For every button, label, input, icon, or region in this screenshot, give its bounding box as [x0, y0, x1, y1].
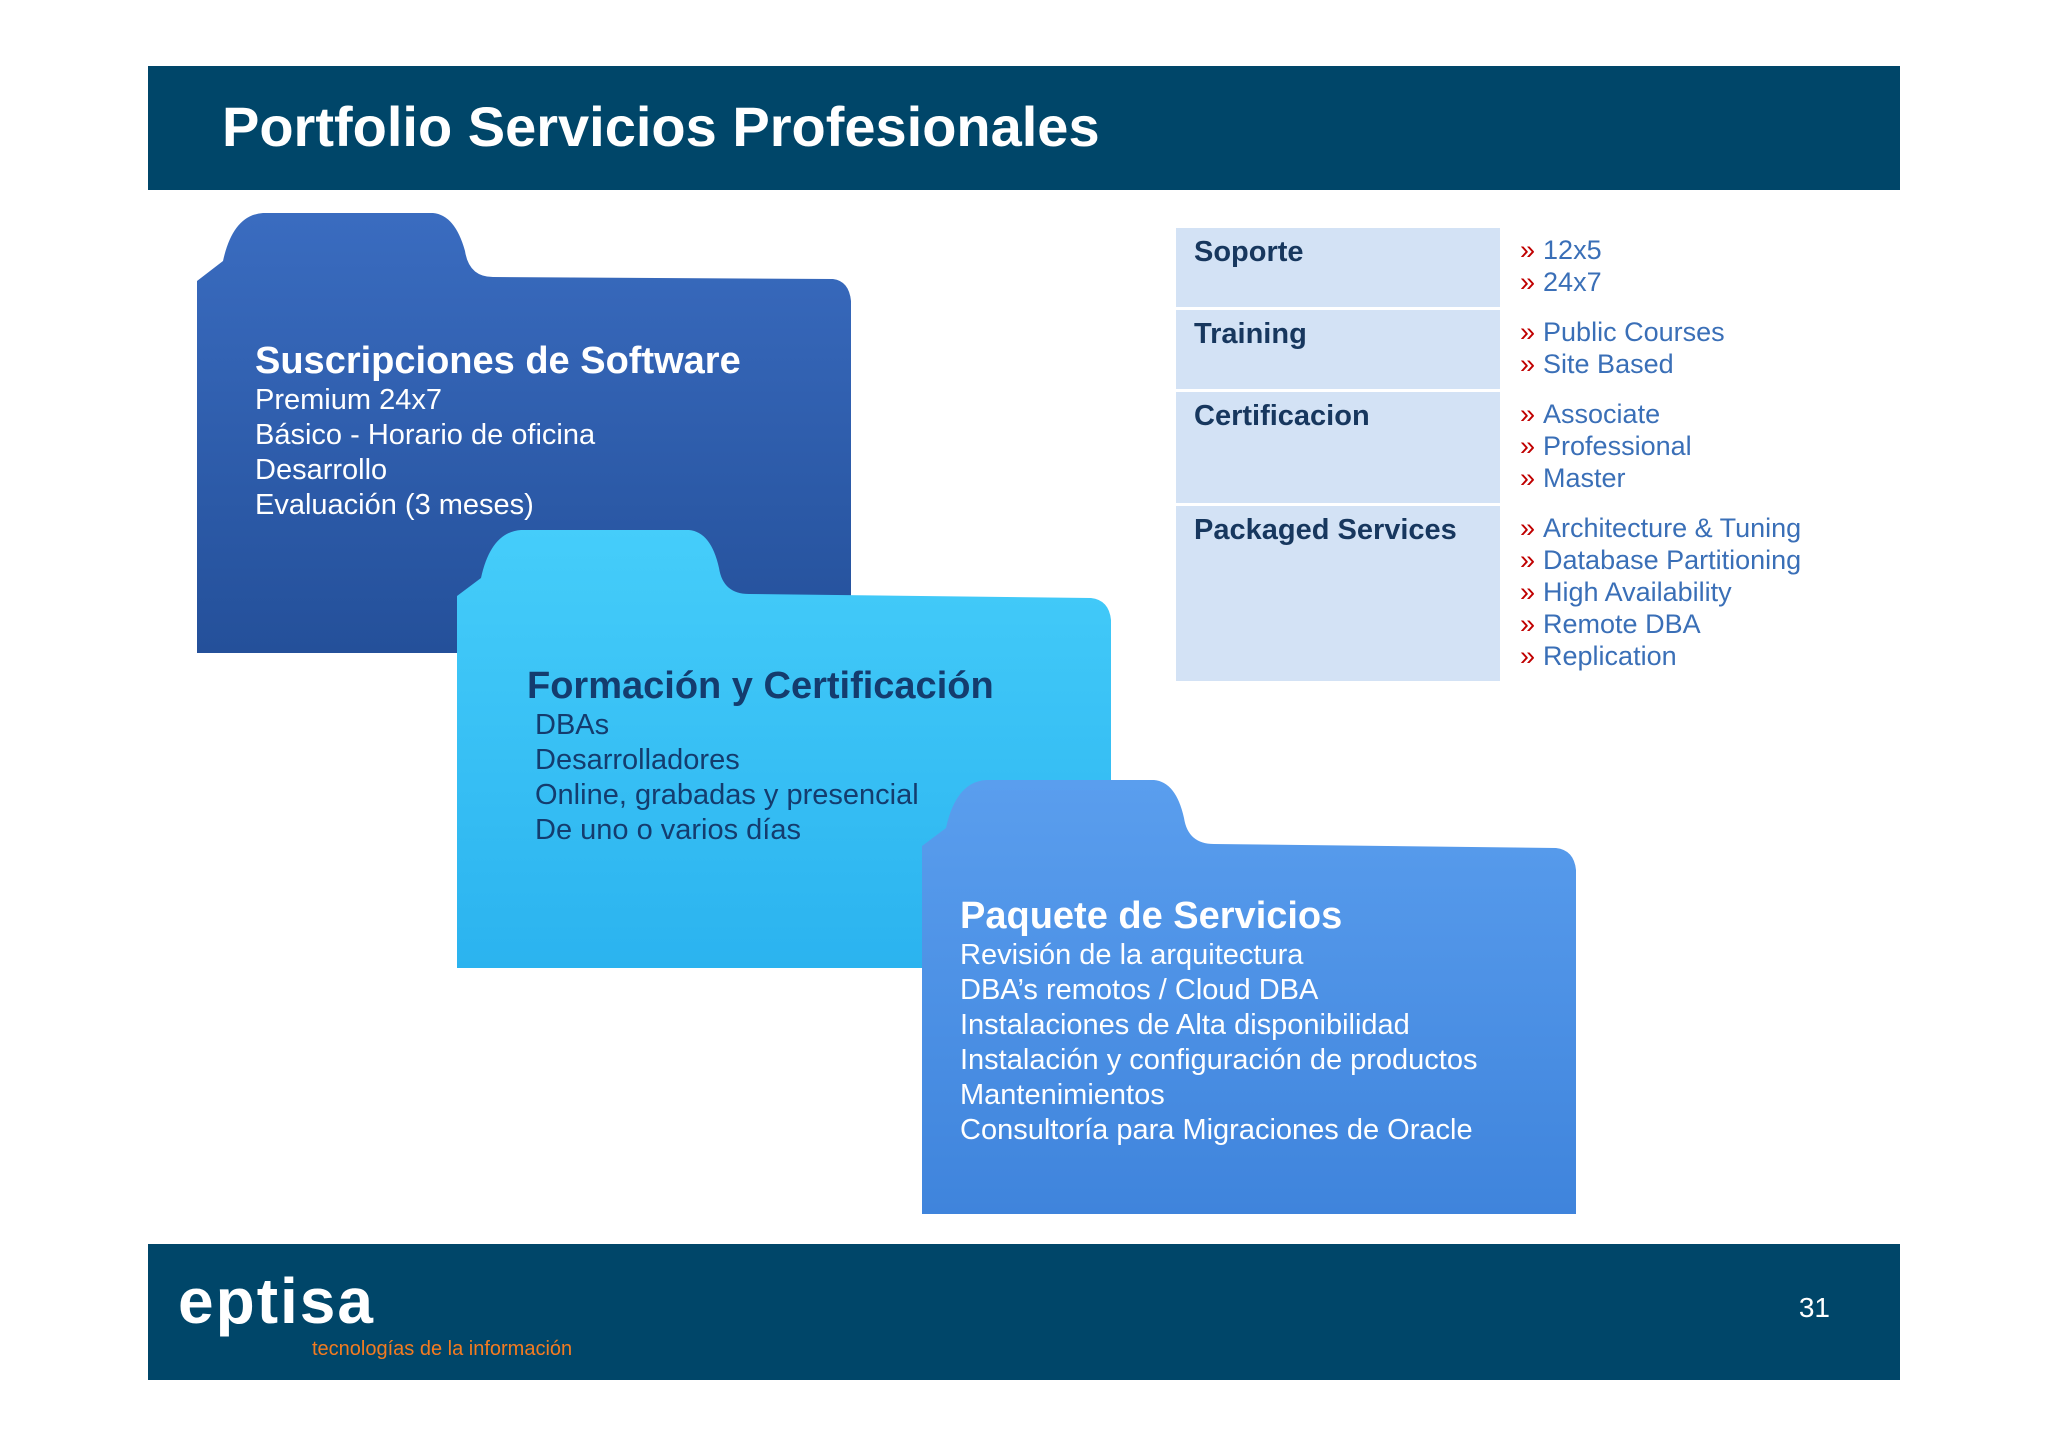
folder-title: Suscripciones de Software	[255, 340, 741, 382]
eptisa-logo: eptisa tecnologías de la información	[178, 1266, 578, 1366]
service-item: Architecture & Tuning	[1543, 513, 1802, 543]
bullet-icon: »	[1520, 267, 1536, 297]
service-item: Site Based	[1543, 349, 1674, 379]
logo-tagline: tecnologías de la información	[312, 1338, 573, 1360]
service-item: Remote DBA	[1543, 609, 1701, 639]
page-number: 31	[1798, 1292, 1830, 1323]
services-row: Packaged Services » Architecture & Tuning…	[1176, 506, 1826, 684]
folder-item: Desarrolladores	[535, 744, 740, 776]
folder-item: DBA’s remotos / Cloud DBA	[960, 974, 1319, 1006]
bullet-icon: »	[1520, 463, 1536, 493]
bullet-icon: »	[1520, 577, 1536, 607]
slide-title: Portfolio Servicios Profesionales	[222, 95, 1100, 158]
bullet-icon: »	[1520, 399, 1536, 429]
folder-item: Evaluación (3 meses)	[255, 489, 534, 521]
folder-item: Revisión de la arquitectura	[960, 939, 1304, 971]
services-row: Soporte » 12x5 » 24x7	[1176, 228, 1826, 310]
bullet-icon: »	[1520, 431, 1536, 461]
slide-header: Portfolio Servicios Profesionales	[148, 66, 1900, 190]
bullet-icon: »	[1520, 609, 1536, 639]
bullet-icon: »	[1520, 317, 1536, 347]
service-item: Professional	[1543, 431, 1692, 461]
folder-item: Mantenimientos	[960, 1079, 1165, 1111]
folder-item: DBAs	[535, 709, 610, 741]
folder-item: Desarrollo	[255, 454, 388, 486]
service-item: 24x7	[1543, 267, 1602, 297]
folder-item: Instalaciones de Alta disponibilidad	[960, 1009, 1410, 1041]
services-items: » Associate » Professional » Master	[1176, 392, 1692, 494]
folder-service-packages: Paquete de Servicios Revisión de la arqu…	[918, 778, 1578, 1220]
folder-title: Formación y Certificación	[527, 665, 994, 707]
folder-item: Premium 24x7	[255, 384, 442, 416]
services-items: » Architecture & Tuning » Database Partiti…	[1176, 506, 1801, 672]
bullet-icon: »	[1520, 513, 1536, 543]
bullet-icon: »	[1520, 349, 1536, 379]
services-row: Training » Public Courses » Site Based	[1176, 310, 1826, 392]
service-item: Master	[1543, 463, 1626, 493]
service-item: Database Partitioning	[1543, 545, 1802, 575]
service-item: High Availability	[1543, 577, 1732, 607]
service-item: Replication	[1543, 641, 1677, 671]
service-item: Public Courses	[1543, 317, 1725, 347]
bullet-icon: »	[1520, 641, 1536, 671]
folder-item: Básico - Horario de oficina	[255, 419, 596, 451]
bullet-icon: »	[1520, 235, 1536, 265]
services-items: » Public Courses » Site Based	[1176, 310, 1725, 380]
service-item: Associate	[1543, 399, 1661, 429]
service-item: 12x5	[1543, 235, 1602, 265]
services-items: » 12x5 » 24x7	[1176, 228, 1602, 298]
services-table: Soporte » 12x5 » 24x7 Training » Public Cou…	[1176, 228, 1826, 684]
folder-title: Paquete de Servicios	[960, 895, 1343, 937]
services-row: Certificacion » Associate » Professional »…	[1176, 392, 1826, 506]
logo-wordmark: eptisa	[178, 1265, 375, 1337]
folder-item: Consultoría para Migraciones de Oracle	[960, 1114, 1473, 1146]
bullet-icon: »	[1520, 545, 1536, 575]
folder-item: Instalación y configuración de productos	[960, 1044, 1478, 1076]
slide-footer: eptisa tecnologías de la información 31	[148, 1244, 1900, 1380]
